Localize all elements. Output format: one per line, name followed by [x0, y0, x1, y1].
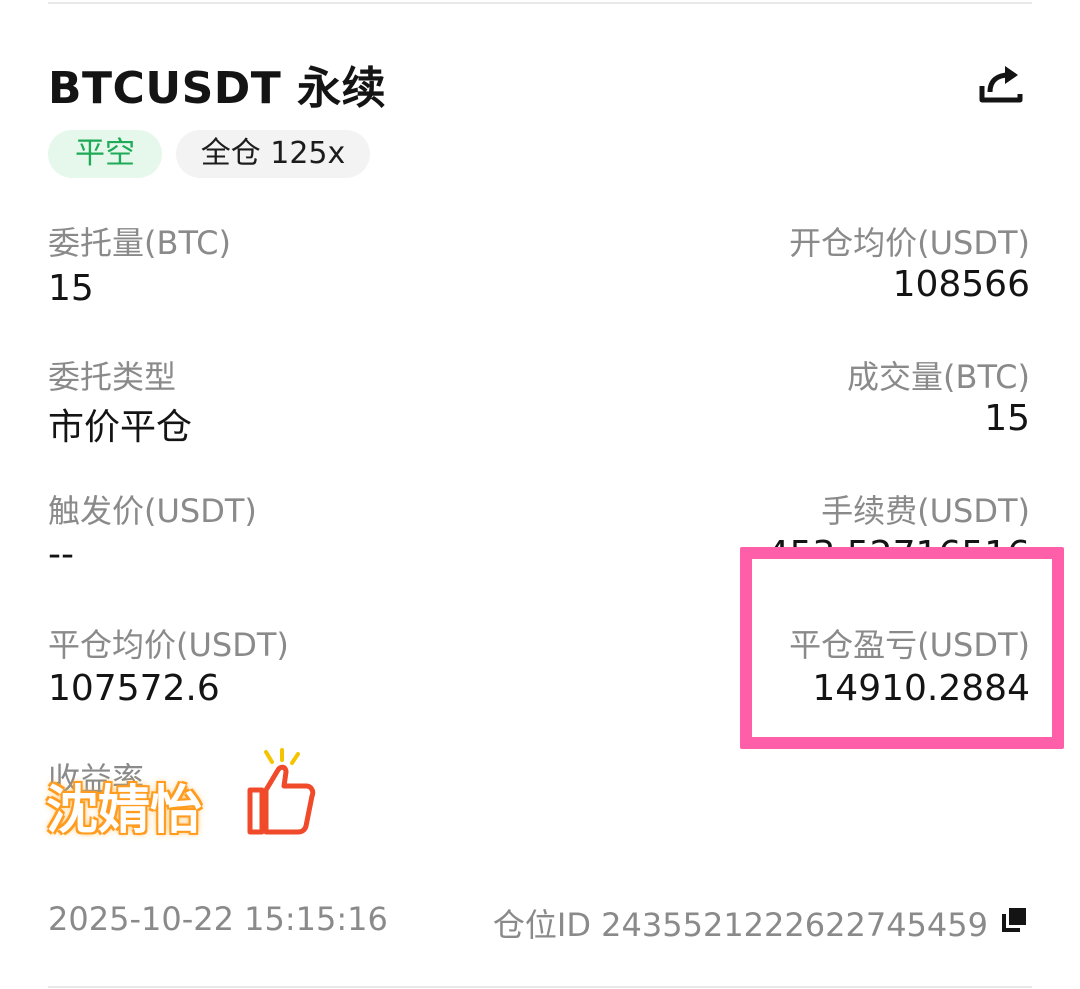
filled-qty-value: 15 — [984, 398, 1030, 439]
close-avg-value: 107572.6 — [48, 668, 220, 709]
fee-label: 手续费(USDT) — [821, 492, 1030, 530]
side-badge: 平空 — [48, 130, 162, 178]
close-avg-label: 平仓均价(USDT) — [48, 626, 289, 664]
thumbs-up-icon — [247, 748, 316, 835]
filled-qty-label: 成交量(BTC) — [847, 358, 1030, 396]
trigger-price-value: -- — [48, 534, 74, 575]
margin-mode-badge: 全仓 125x — [176, 130, 370, 178]
order-qty-label: 委托量(BTC) — [48, 224, 231, 262]
open-avg-label: 开仓均价(USDT) — [789, 224, 1030, 262]
open-avg-value: 108566 — [892, 264, 1030, 305]
timestamp: 2025-10-22 15:15:16 — [48, 900, 388, 938]
order-qty-value: 15 — [48, 268, 94, 309]
page-title: BTCUSDT 永续 — [48, 63, 387, 114]
copy-icon[interactable] — [1000, 906, 1028, 934]
order-type-value: 市价平仓 — [48, 407, 193, 448]
top-divider — [48, 2, 1032, 4]
share-icon[interactable] — [976, 60, 1026, 108]
pnl-highlight-box — [740, 547, 1064, 749]
name-sticker: 沈婧怡 — [46, 781, 203, 841]
position-id: 仓位ID 2435521222622745459 — [492, 906, 988, 944]
order-type-label: 委托类型 — [48, 358, 177, 396]
bottom-divider — [48, 986, 1032, 988]
trigger-price-label: 触发价(USDT) — [48, 492, 257, 530]
